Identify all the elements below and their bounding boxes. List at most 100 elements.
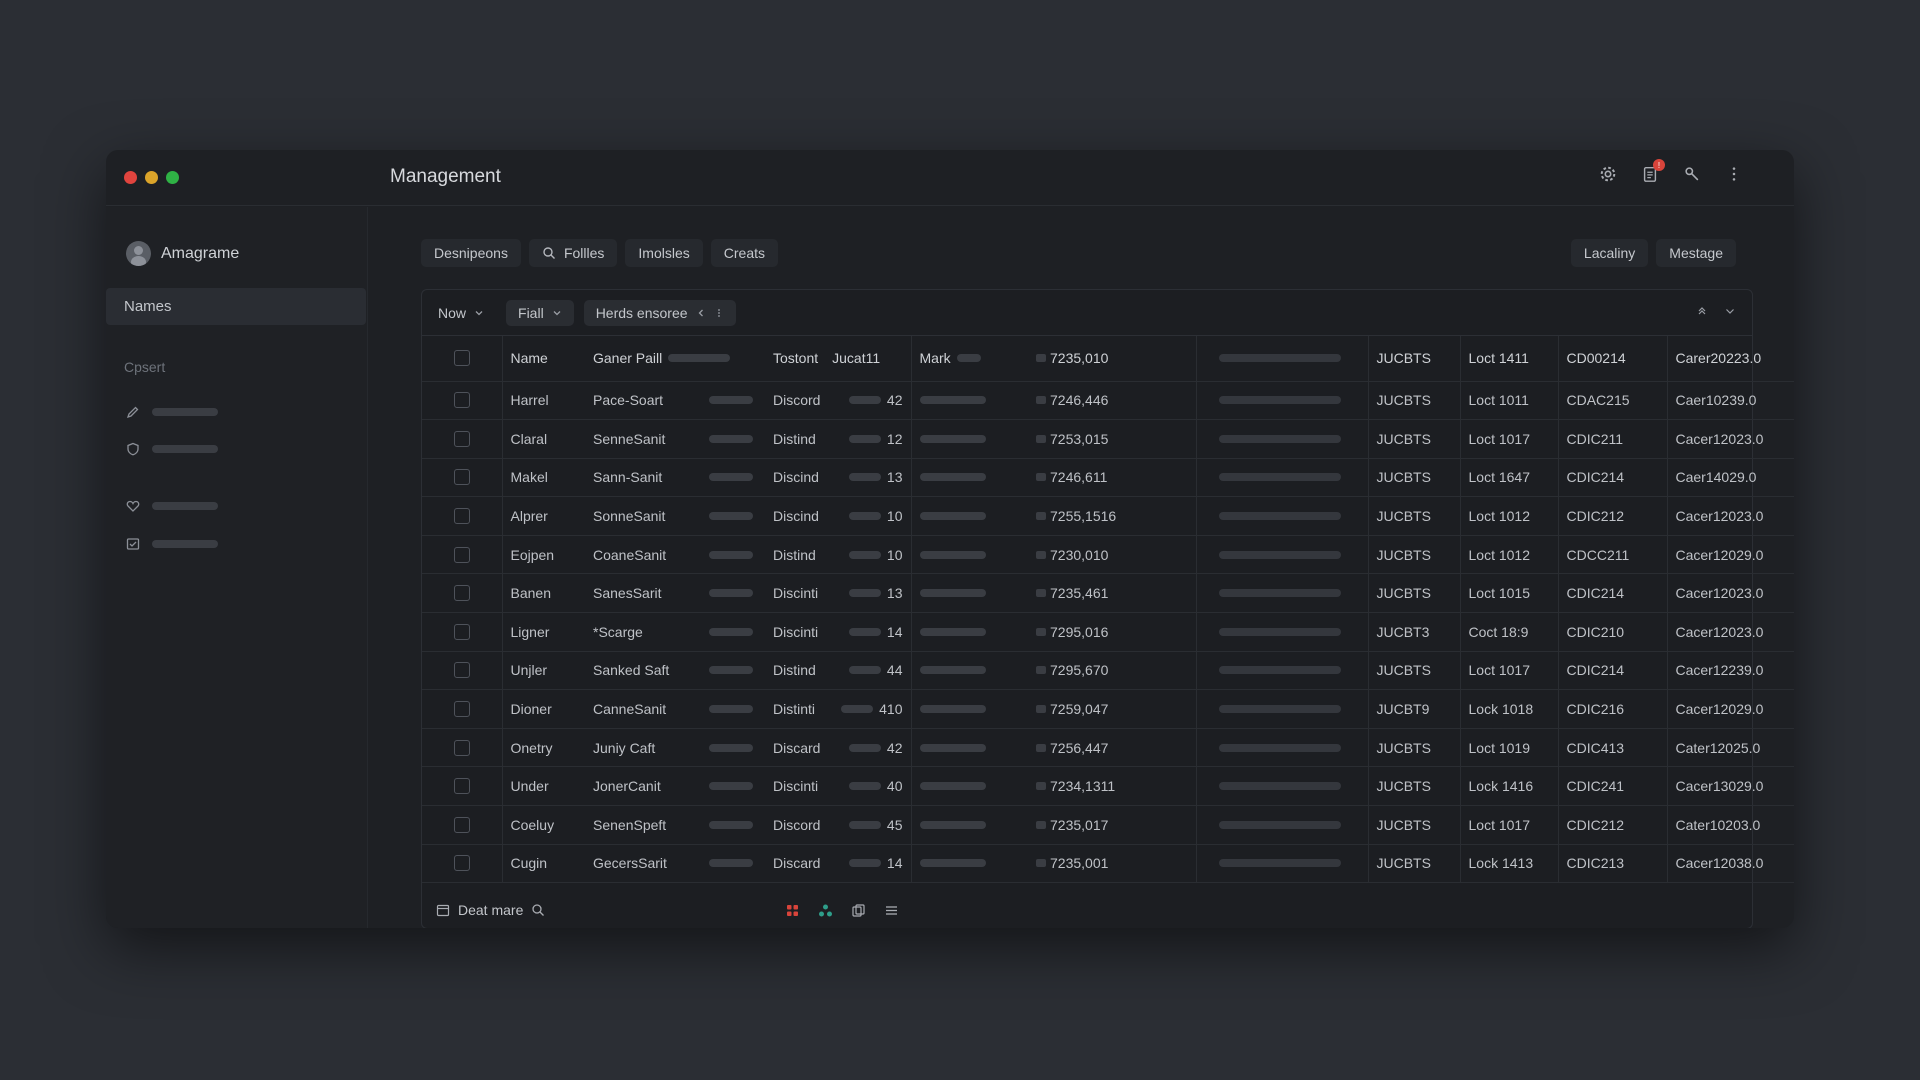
- header-loct[interactable]: Loct 1411: [1460, 336, 1559, 382]
- cell-code: JUCBT9: [1368, 689, 1461, 729]
- row-select-cell[interactable]: [422, 689, 503, 729]
- table-row[interactable]: Ligner *Scarge Discinti 14 7295,016 JUCBT3 Coc…: [422, 612, 1794, 652]
- row-select-cell[interactable]: [422, 535, 503, 575]
- table-row[interactable]: Cugin GecersSarit Discard 14 7235,001 JUCBTS L…: [422, 844, 1794, 884]
- row-select-cell[interactable]: [422, 573, 503, 614]
- select-all-checkbox[interactable]: [453, 350, 470, 367]
- edit-icon: [126, 406, 139, 419]
- header-ganer-paill[interactable]: Ganer Paill: [585, 336, 765, 382]
- row-select-cell[interactable]: [422, 728, 503, 768]
- profile[interactable]: Amagrame: [126, 241, 239, 266]
- header-tostont[interactable]: Tostont Jucat11: [765, 336, 912, 382]
- table-row[interactable]: Under JonerCanit Discinti 40 7234,1311 JUCBTS…: [422, 766, 1794, 807]
- row-checkbox[interactable]: [453, 546, 470, 563]
- header-carer[interactable]: Carer20223.0: [1667, 336, 1794, 382]
- chevron-left-icon[interactable]: [696, 308, 706, 318]
- cell-mark: [911, 573, 1028, 614]
- table-row[interactable]: Onetry Juniy Caft Discard 42 7256,447 JUCBTS L…: [422, 728, 1794, 768]
- cell-status: Distinti 410: [765, 689, 912, 729]
- table-row[interactable]: Unjler Sanked Saft Distind 44 7295,670 JUCBTS…: [422, 651, 1794, 691]
- row-select-cell[interactable]: [422, 651, 503, 691]
- row-select-cell[interactable]: [422, 844, 503, 884]
- field-dropdown[interactable]: Fiall: [506, 299, 574, 326]
- placeholder-bar: [919, 473, 986, 482]
- table-row[interactable]: Eojpen CoaneSanit Distind 10 7230,010 JUCBTS L…: [422, 535, 1794, 575]
- row-checkbox[interactable]: [453, 701, 470, 718]
- tab-lacaliny[interactable]: Lacaliny: [1570, 239, 1649, 267]
- copy-icon[interactable]: [851, 903, 866, 918]
- row-select-cell[interactable]: [422, 419, 503, 459]
- placeholder-bar: [919, 820, 986, 829]
- header-code[interactable]: JUCBTS: [1368, 336, 1461, 382]
- cell-placeholder: [1196, 496, 1369, 536]
- sidebar-item-edit[interactable]: [126, 405, 218, 419]
- search-icon[interactable]: [531, 903, 545, 917]
- calendar-icon[interactable]: [436, 903, 450, 917]
- view-dropdown[interactable]: Now: [438, 300, 496, 326]
- tag-filter[interactable]: Herds ensoree: [583, 299, 736, 326]
- row-checkbox[interactable]: [453, 662, 470, 679]
- cell-sanit-text: SonneSanit: [593, 508, 666, 525]
- users-icon[interactable]: [818, 903, 833, 918]
- sidebar-item-shield[interactable]: [126, 442, 218, 456]
- tab-mestage[interactable]: Mestage: [1656, 239, 1736, 267]
- row-select-cell[interactable]: [422, 766, 503, 807]
- grid-view-icon[interactable]: [785, 903, 800, 918]
- tab-follles[interactable]: Follles: [528, 239, 618, 267]
- more-vertical-icon[interactable]: [714, 308, 724, 318]
- header-value[interactable]: 7235,010: [1028, 336, 1197, 382]
- header-mark[interactable]: Mark: [911, 336, 1028, 382]
- row-checkbox[interactable]: [453, 392, 470, 409]
- sidebar-item-checkbox[interactable]: [126, 537, 218, 551]
- more-vertical-icon[interactable]: [1724, 164, 1744, 184]
- placeholder-bar: [848, 512, 881, 521]
- maximize-window-button[interactable]: [166, 171, 179, 184]
- app-window: Management ! Amagrame Names Cpsert Desni…: [106, 150, 1794, 928]
- cell-cd: CDIC211: [1558, 419, 1668, 459]
- row-checkbox[interactable]: [453, 778, 470, 795]
- chevron-down-icon[interactable]: [1724, 305, 1736, 317]
- placeholder-bar: [1218, 705, 1341, 714]
- footer-left: Deat mare: [436, 902, 545, 918]
- clipboard-icon[interactable]: !: [1640, 159, 1665, 184]
- wrench-icon[interactable]: [1682, 164, 1702, 184]
- row-checkbox[interactable]: [453, 469, 470, 486]
- table-row[interactable]: Harrel Pace-Soart Discord 42 7246,446 JUCBTS L…: [422, 381, 1794, 421]
- table-row[interactable]: Claral SenneSanit Distind 12 7253,015 JUCBTS L…: [422, 419, 1794, 459]
- header-name[interactable]: Name: [502, 336, 585, 382]
- row-select-cell[interactable]: [422, 458, 503, 498]
- row-checkbox[interactable]: [453, 816, 470, 833]
- tab-imolsles[interactable]: Imolsles: [625, 239, 703, 267]
- row-checkbox[interactable]: [453, 855, 470, 872]
- table-row[interactable]: Coeluy SenenSpeft Discord 45 7235,017 JUCBTS L…: [422, 805, 1794, 845]
- cell-value-text: 7235,001: [1050, 855, 1109, 872]
- row-select-cell[interactable]: [422, 381, 503, 421]
- close-window-button[interactable]: [124, 171, 137, 184]
- tab-desnipeons[interactable]: Desnipeons: [421, 239, 521, 267]
- table-row[interactable]: Makel Sann-Sanit Discind 13 7246,611 JUCBTS Lo…: [422, 458, 1794, 498]
- row-checkbox[interactable]: [453, 508, 470, 525]
- header-select-cell[interactable]: [422, 336, 503, 382]
- row-checkbox[interactable]: [453, 623, 470, 640]
- list-view-icon[interactable]: [884, 903, 899, 918]
- row-select-cell[interactable]: [422, 496, 503, 536]
- row-checkbox[interactable]: [453, 430, 470, 447]
- sidebar-item-heart[interactable]: [126, 499, 218, 513]
- table-row[interactable]: Dioner CanneSanit Distinti 410 7259,047 JUCBT…: [422, 689, 1794, 729]
- heart-icon: [126, 500, 140, 512]
- row-checkbox[interactable]: [453, 739, 470, 756]
- collapse-up-icon[interactable]: [1696, 305, 1708, 317]
- row-select-cell[interactable]: [422, 805, 503, 845]
- row-select-cell[interactable]: [422, 612, 503, 652]
- gear-icon[interactable]: [1598, 164, 1618, 184]
- placeholder-bar: [709, 859, 753, 868]
- header-cd[interactable]: CD00214: [1558, 336, 1668, 382]
- minimize-window-button[interactable]: [145, 171, 158, 184]
- row-checkbox[interactable]: [453, 585, 470, 602]
- table-row[interactable]: Alprer SonneSanit Discind 10 7255,1516 JUCBTS…: [422, 496, 1794, 536]
- sidebar-item-names[interactable]: Names: [106, 288, 366, 325]
- cell-mark: [911, 381, 1028, 421]
- placeholder-bar: [1218, 589, 1341, 598]
- table-row[interactable]: Banen SanesSarit Discinti 13 7235,461 JUCBTS L…: [422, 573, 1794, 614]
- tab-creats[interactable]: Creats: [710, 239, 778, 267]
